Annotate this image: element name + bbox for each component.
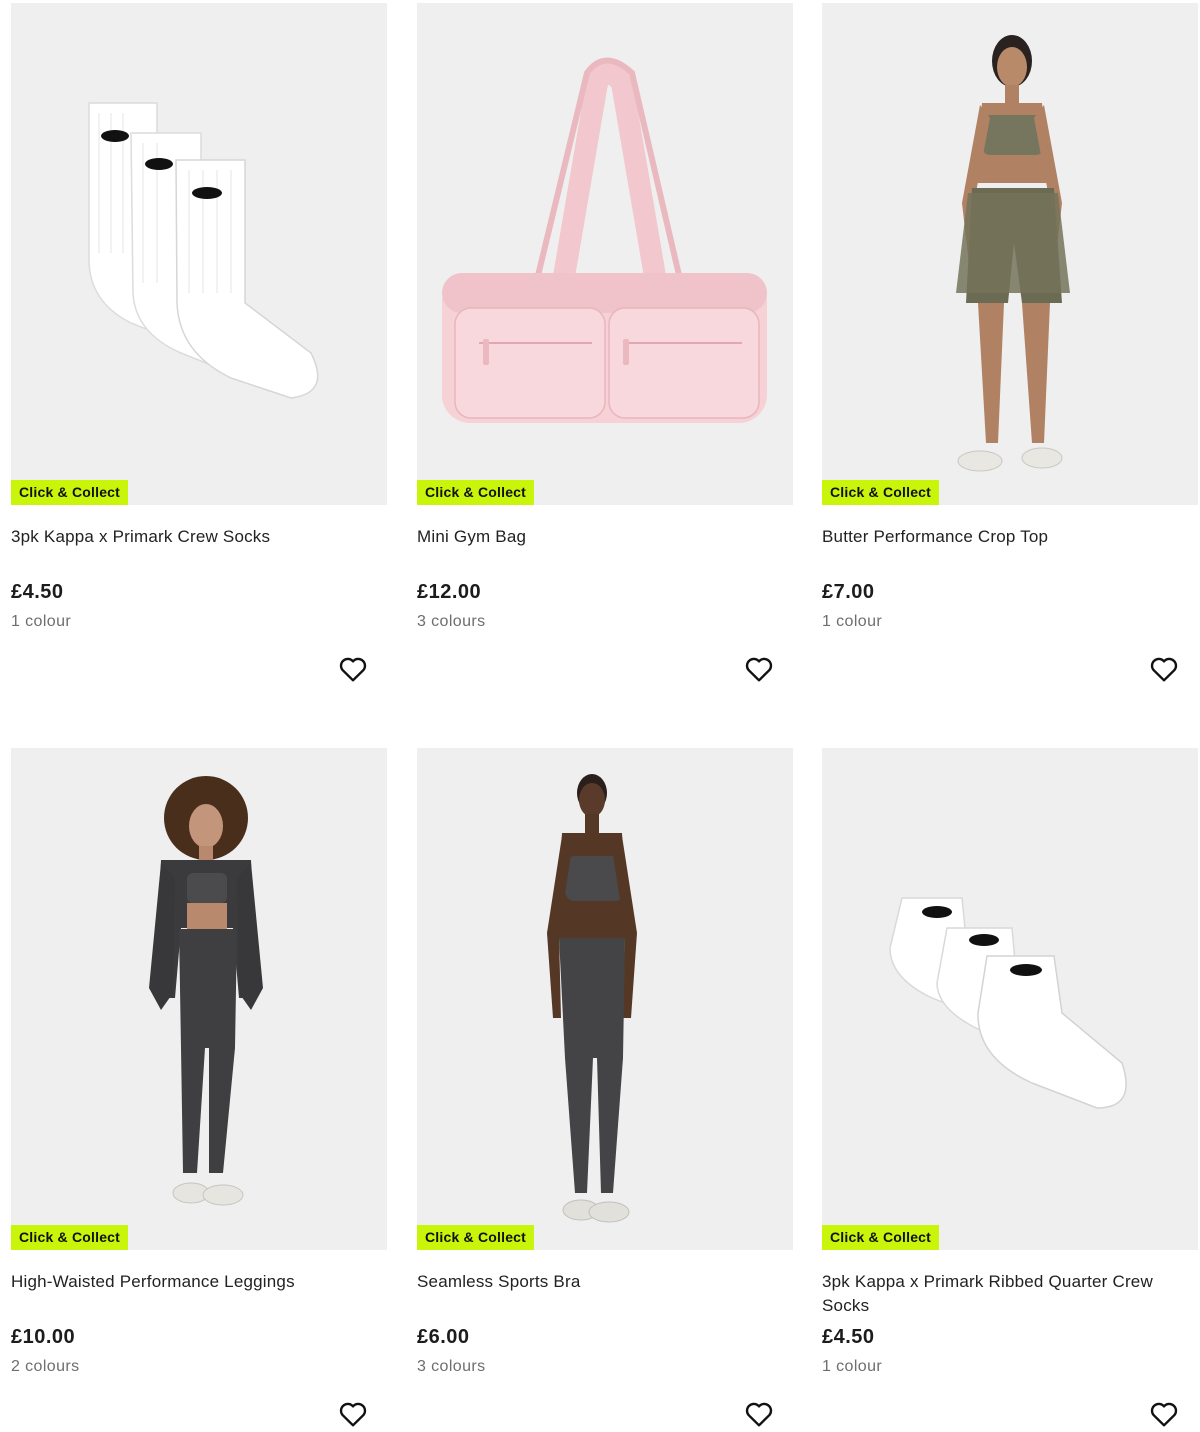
charcoal-sports-bra-model-illustration xyxy=(547,774,637,1223)
product-card[interactable]: Click & Collect 3pk Kappa x Primark Crew… xyxy=(11,3,387,743)
product-card[interactable]: Click & Collect Butter Performance Crop … xyxy=(822,3,1198,743)
wishlist-heart-icon[interactable] xyxy=(1148,1398,1180,1430)
product-title[interactable]: 3pk Kappa x Primark Crew Socks xyxy=(11,525,381,549)
click-collect-badge: Click & Collect xyxy=(822,480,940,505)
colour-count: 3 colours xyxy=(417,1358,486,1375)
wishlist-heart-icon[interactable] xyxy=(1148,653,1180,685)
colour-count: 1 colour xyxy=(11,613,72,630)
product-title[interactable]: Seamless Sports Bra xyxy=(417,1270,787,1294)
charcoal-leggings-model-illustration xyxy=(149,776,263,1206)
product-card[interactable]: Click & Collect Seamless Sports Bra £6.0… xyxy=(417,748,793,1432)
product-card[interactable]: Click & Collect Mini Gym Bag £12.00 3 co… xyxy=(417,3,793,743)
product-title[interactable]: Butter Performance Crop Top xyxy=(822,525,1192,549)
product-title[interactable]: High-Waisted Performance Leggings xyxy=(11,1270,381,1294)
wishlist-heart-icon[interactable] xyxy=(337,653,369,685)
product-image[interactable]: Click & Collect xyxy=(11,3,387,505)
white-crew-socks-illustration xyxy=(88,102,319,399)
product-price: £4.50 xyxy=(11,581,64,603)
khaki-crop-top-model-illustration xyxy=(956,35,1070,472)
colour-count: 2 colours xyxy=(11,1358,80,1375)
product-price: £6.00 xyxy=(417,1326,470,1348)
product-card[interactable]: Click & Collect 3pk Kappa x Primark Ribb… xyxy=(822,748,1198,1432)
wishlist-heart-icon[interactable] xyxy=(337,1398,369,1430)
product-image[interactable]: Click & Collect xyxy=(11,748,387,1250)
product-grid: Click & Collect 3pk Kappa x Primark Crew… xyxy=(0,0,1200,1432)
product-image[interactable]: Click & Collect xyxy=(417,3,793,505)
product-price: £12.00 xyxy=(417,581,482,603)
product-image[interactable]: Click & Collect xyxy=(417,748,793,1250)
click-collect-badge: Click & Collect xyxy=(11,1225,129,1250)
product-price: £10.00 xyxy=(11,1326,76,1348)
product-title[interactable]: 3pk Kappa x Primark Ribbed Quarter Crew … xyxy=(822,1270,1192,1318)
product-title[interactable]: Mini Gym Bag xyxy=(417,525,787,549)
wishlist-heart-icon[interactable] xyxy=(743,1398,775,1430)
product-image[interactable]: Click & Collect xyxy=(822,748,1198,1250)
product-image[interactable]: Click & Collect xyxy=(822,3,1198,505)
click-collect-badge: Click & Collect xyxy=(822,1225,940,1250)
white-quarter-socks-illustration xyxy=(889,897,1127,1109)
product-price: £4.50 xyxy=(822,1326,875,1348)
click-collect-badge: Click & Collect xyxy=(417,1225,535,1250)
wishlist-heart-icon[interactable] xyxy=(743,653,775,685)
colour-count: 1 colour xyxy=(822,1358,883,1375)
product-card[interactable]: Click & Collect High-Waisted Performance… xyxy=(11,748,387,1432)
click-collect-badge: Click & Collect xyxy=(417,480,535,505)
product-price: £7.00 xyxy=(822,581,875,603)
pink-gym-bag-illustration xyxy=(442,57,767,423)
colour-count: 1 colour xyxy=(822,613,883,630)
colour-count: 3 colours xyxy=(417,613,486,630)
click-collect-badge: Click & Collect xyxy=(11,480,129,505)
